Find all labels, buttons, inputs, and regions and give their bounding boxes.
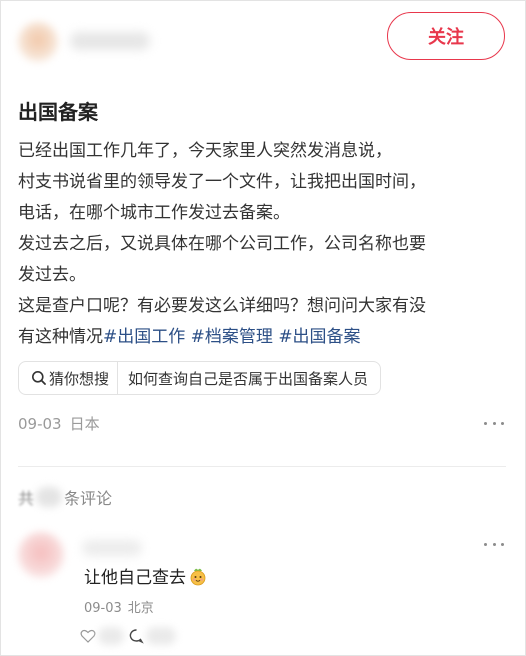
more-icon[interactable] [484, 538, 504, 550]
like-count-blurred [98, 627, 124, 645]
tag-link[interactable]: #出国备案 [278, 327, 360, 347]
emoji-icon [190, 568, 206, 585]
post-line: 有这种情况 [18, 327, 103, 347]
comment-count-number-blurred [36, 487, 63, 507]
comment-actions [80, 624, 176, 648]
post-location: 日本 [69, 415, 100, 433]
more-icon[interactable] [484, 417, 504, 429]
reply-count-blurred [146, 627, 176, 645]
post-line: 发过去。 [18, 265, 86, 285]
follow-button[interactable]: 关注 [387, 12, 505, 60]
search-suggestion-chip[interactable]: 猜你想搜 如何查询自己是否属于出国备案人员 [18, 361, 382, 395]
author-avatar[interactable] [18, 22, 58, 62]
search-suggestion-query: 如何查询自己是否属于出国备案人员 [128, 369, 369, 388]
comment-meta: 09-03 北京 [84, 597, 154, 616]
comment-icon[interactable] [128, 628, 144, 644]
divider [18, 466, 506, 467]
comment-body: 让他自己查去 [84, 568, 186, 588]
post-line: 电话，在哪个城市工作发过去备案。 [18, 203, 290, 223]
comment-count-prefix: 共 [18, 489, 35, 508]
post-line: 发过去之后，又说具体在哪个公司工作，公司名称也要 [18, 234, 426, 254]
post-line: 已经出国工作几年了，今天家里人突然发消息说， [18, 141, 392, 161]
comment-text: 让他自己查去 [84, 563, 208, 588]
comment-location: 北京 [127, 601, 154, 616]
commenter-name-blurred[interactable] [82, 540, 142, 556]
search-suggestion-label-text: 猜你想搜 [49, 369, 110, 388]
post-line: 这是查户口呢？有必要发这么详细吗？想问问大家有没 [18, 296, 426, 316]
search-icon [32, 371, 46, 385]
post-title: 出国备案 [18, 100, 98, 124]
comment-count: 共 条评论 [18, 485, 112, 509]
post-body: 已经出国工作几年了，今天家里人突然发消息说， 村支书说省里的领导发了一个文件，让… [18, 136, 508, 353]
search-suggestion-label: 猜你想搜 [19, 362, 119, 394]
post-date: 09-03 [18, 415, 62, 433]
post-meta: 09-03 日本 [18, 413, 100, 434]
comment-date: 09-03 [84, 601, 122, 616]
tag-link[interactable]: #出国工作 [103, 327, 185, 347]
heart-icon[interactable] [80, 629, 96, 643]
tag-link[interactable]: #档案管理 [191, 327, 273, 347]
author-name-blurred[interactable] [70, 32, 150, 50]
post-line-with-tags: 有这种情况#出国工作 #档案管理 #出国备案 [18, 322, 508, 353]
commenter-avatar[interactable] [18, 532, 64, 578]
comment-count-suffix: 条评论 [64, 489, 113, 508]
post-line: 村支书说省里的领导发了一个文件，让我把出国时间， [18, 172, 426, 192]
